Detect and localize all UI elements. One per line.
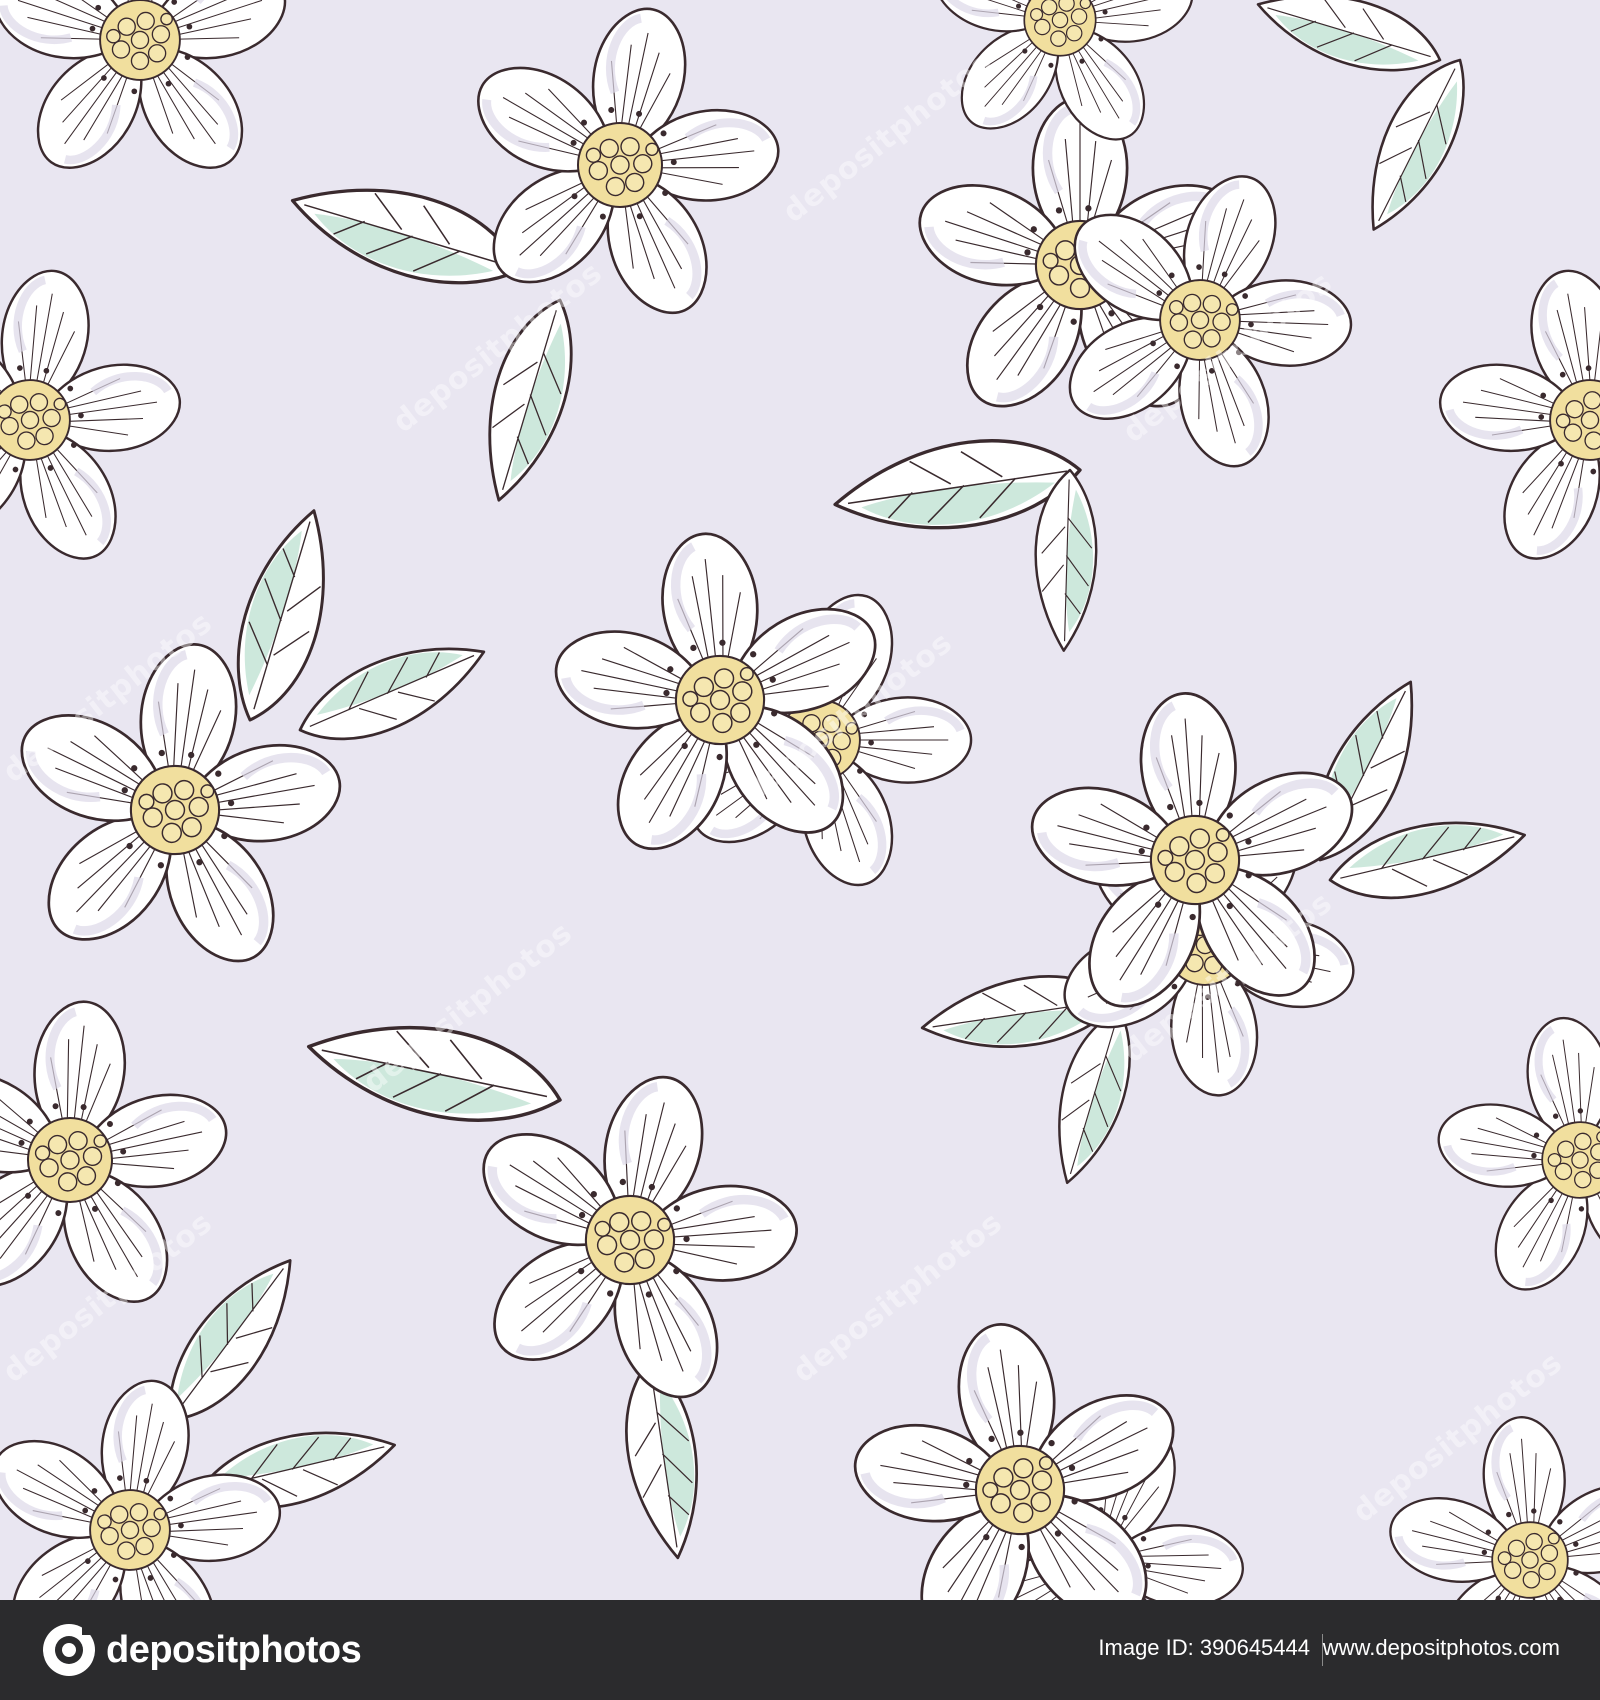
- footer-bar: depositphotos Image ID: 390645444 www.de…: [0, 1600, 1600, 1700]
- site-url-link[interactable]: www.depositphotos.com: [1323, 1635, 1560, 1661]
- depositphotos-logo-icon: [43, 1623, 95, 1676]
- brand-logo[interactable]: depositphotos: [40, 1620, 362, 1680]
- floral-pattern: [0, 0, 1600, 1600]
- image-id-label: Image ID: 390645444: [1098, 1635, 1310, 1660]
- logo-text: depositphotos: [106, 1628, 362, 1671]
